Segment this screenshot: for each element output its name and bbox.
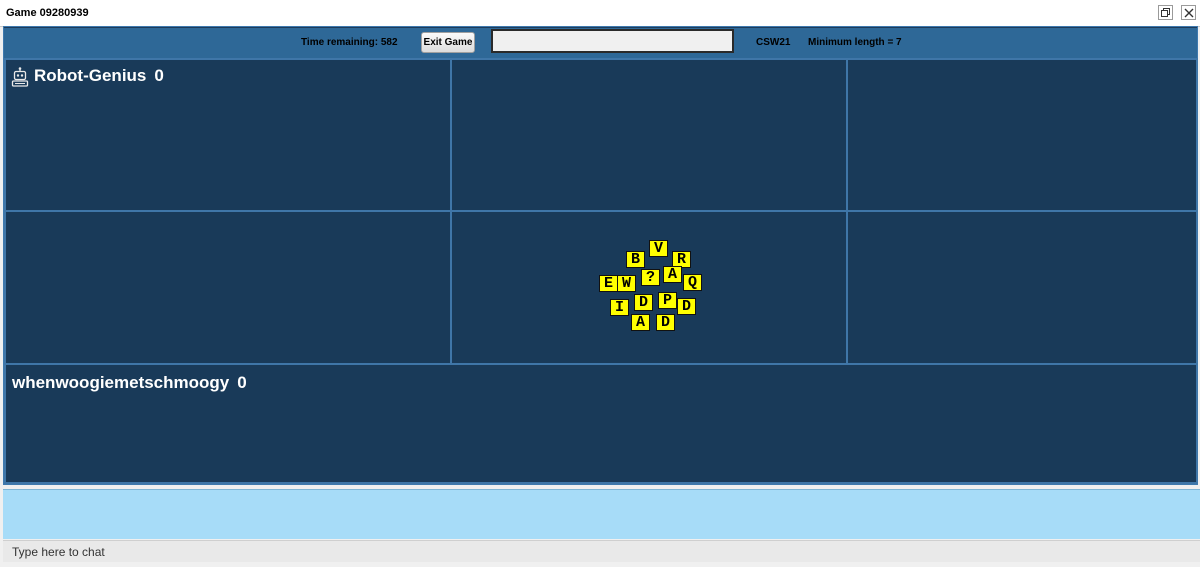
letter-tile[interactable]: I (610, 299, 629, 316)
player-panel-3 (846, 58, 1198, 212)
letter-tile[interactable]: E (599, 275, 618, 292)
letter-tile[interactable]: D (634, 294, 653, 311)
letter-tile[interactable]: A (663, 266, 682, 283)
letter-tile[interactable]: D (656, 314, 675, 331)
lexicon-label: CSW21 (756, 37, 791, 48)
letter-tile[interactable]: ? (641, 269, 660, 286)
close-icon (1184, 8, 1194, 18)
exit-game-button[interactable]: Exit Game (421, 32, 475, 53)
time-remaining: Time remaining: 582 (301, 37, 398, 48)
window-title: Game 09280939 (6, 7, 89, 19)
letter-tile[interactable]: Q (683, 274, 702, 291)
player-score: 0 (154, 66, 164, 85)
restore-icon (1161, 8, 1170, 17)
robot-icon (11, 67, 29, 87)
title-bar: Game 09280939 (0, 0, 1200, 27)
player-name: whenwoogiemetschmoogy (12, 373, 230, 392)
player-panel-2 (450, 58, 848, 212)
player-panel-5 (846, 210, 1198, 365)
letter-tile[interactable]: A (631, 314, 650, 331)
restore-button[interactable] (1158, 5, 1173, 20)
chat-input[interactable] (3, 540, 1200, 562)
player-name-self: whenwoogiemetschmoogy 0 (12, 373, 247, 393)
letter-tile[interactable]: D (677, 298, 696, 315)
player-panel-4 (4, 210, 452, 365)
word-entry-input[interactable] (491, 29, 734, 53)
letter-tile[interactable]: P (658, 292, 677, 309)
player-name-robot: Robot-Genius 0 (34, 66, 164, 86)
letter-tile[interactable]: B (626, 251, 645, 268)
letter-tile[interactable]: V (649, 240, 668, 257)
letter-tile[interactable]: W (617, 275, 636, 292)
player-score: 0 (237, 373, 247, 392)
minimum-length-label: Minimum length = 7 (808, 37, 902, 48)
player-name: Robot-Genius (34, 66, 147, 85)
tile-pool-panel (450, 210, 848, 365)
close-button[interactable] (1181, 5, 1196, 20)
chat-log (3, 489, 1200, 539)
